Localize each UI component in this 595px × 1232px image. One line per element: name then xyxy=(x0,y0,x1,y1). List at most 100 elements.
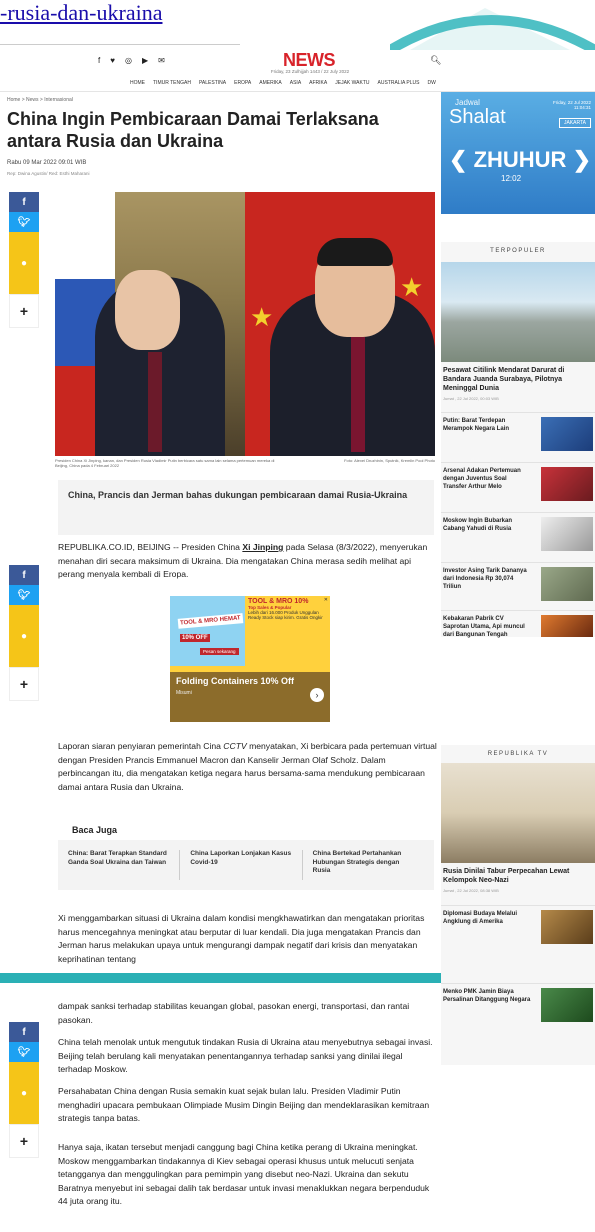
article-subhead: China, Prancis dan Jerman bahas dukungan… xyxy=(58,480,434,535)
ad-close-icon[interactable]: ✕ xyxy=(324,597,328,603)
nav-australia-plus[interactable]: AUSTRALIA PLUS xyxy=(378,80,420,86)
ad-right-panel: TOOL & MRO 10% Top Sales & Popular Lebih… xyxy=(248,598,328,663)
prayer-time: 12:02 xyxy=(501,174,522,183)
chevron-left-icon[interactable]: ❮ xyxy=(449,147,467,172)
top-rule xyxy=(0,44,240,45)
popular-item[interactable]: Investor Asing Tarik Dananya dari Indone… xyxy=(441,562,595,608)
nav-amerika[interactable]: AMERIKA xyxy=(259,80,282,86)
republika-tv-title: REPUBLIKA TV xyxy=(487,751,549,757)
breadcrumb[interactable]: Home > News > Internasional xyxy=(7,97,73,103)
nav-jejak-waktu[interactable]: JEJAK WAKTU xyxy=(335,80,369,86)
tv-featured-date: Jumat , 22 Jul 2022, 08:38 WIB xyxy=(443,888,499,893)
caption-credit: Foto: Alexei Druzhinin, Sputnik, Kremlin… xyxy=(344,458,435,463)
advertisement[interactable]: TOOL & MRO HEMAT 10% OFF Pesan sekarang … xyxy=(170,596,330,722)
share-more-button[interactable]: + xyxy=(9,1124,39,1158)
tv-featured-title[interactable]: Rusia Dinilai Tabur Perpecahan Lewat Kel… xyxy=(441,867,595,885)
hair-right xyxy=(317,238,393,266)
baca-juga-item[interactable]: China Bertekad Pertahankan Hubungan Stra… xyxy=(313,850,424,880)
chevron-right-icon[interactable]: › xyxy=(310,688,324,702)
main-nav: HOME TIMUR TENGAH PALESTINA EROPA AMERIK… xyxy=(130,80,436,86)
article-reporter: Rep: Dwina Agustin/ Red: Esthi Maharani xyxy=(7,171,90,176)
baca-juga-item[interactable]: China Laporkan Lonjakan Kasus Covid-19 xyxy=(190,850,303,880)
popular-item[interactable]: Kebakaran Pabrik CV Saprotan Utama, Api … xyxy=(441,610,595,640)
popular-item[interactable]: Putin: Barat Terdepan Merampok Negara La… xyxy=(441,412,595,458)
tv-item[interactable]: Diplomasi Budaya Melalui Angklung di Ame… xyxy=(441,905,595,951)
terpopuler-title: TERPOPULER xyxy=(490,248,546,254)
share-facebook-button[interactable]: f xyxy=(9,565,39,585)
popular-thumb xyxy=(541,467,593,501)
prayer-name: ❮ ZHUHUR ❯ xyxy=(449,147,592,172)
tv-featured-image[interactable] xyxy=(441,763,595,863)
xi-jinping-link[interactable]: Xi Jinping xyxy=(242,542,283,552)
paragraph-7: Hanya saja, ikatan tersebut menjadi cang… xyxy=(58,1142,430,1206)
ad-bottom-panel: Folding Containers 10% Off Misumi › xyxy=(170,672,330,722)
nav-timur-tengah[interactable]: TIMUR TENGAH xyxy=(153,80,191,86)
share-whatsapp-button[interactable]: ● xyxy=(9,1062,39,1124)
baca-juga-list: China: Barat Terapkan Standard Ganda Soa… xyxy=(58,840,434,890)
instagram-icon[interactable]: ◎ xyxy=(125,56,132,65)
share-twitter-button[interactable]: 🐦︎ xyxy=(9,212,39,232)
popular-thumb xyxy=(541,615,593,637)
paragraph-6: Persahabatan China dengan Rusia semakin … xyxy=(58,1086,430,1123)
paragraph-3: Xi menggambarkan situasi di Ukraina dala… xyxy=(58,913,425,964)
search-icon[interactable]: 🔍︎ xyxy=(430,55,441,66)
share-twitter-button[interactable]: 🐦︎ xyxy=(9,585,39,605)
face-left xyxy=(115,270,180,350)
nav-asia[interactable]: ASIA xyxy=(290,80,301,86)
share-bar: f 🐦︎ ● + xyxy=(9,192,39,328)
popular-thumb xyxy=(541,567,593,601)
tv-thumb xyxy=(541,910,593,944)
share-whatsapp-button[interactable]: ● xyxy=(9,232,39,294)
popular-item[interactable]: Arsenal Adakan Pertemuan dengan Juventus… xyxy=(441,462,595,508)
twitter-icon[interactable]: ♥ xyxy=(110,56,115,65)
article-title: China Ingin Pembicaraan Damai Terlaksana… xyxy=(7,109,379,151)
tie-left xyxy=(148,352,162,452)
popular-thumb xyxy=(541,517,593,551)
ad-right-title: TOOL & MRO 10% xyxy=(248,598,309,605)
youtube-icon[interactable]: ▶ xyxy=(142,56,148,65)
paragraph-2: Laporan siaran penyiaran pemerintah Cina… xyxy=(58,741,437,792)
site-header: f ♥ ◎ ▶ ✉ NEWS Friday, 23 Zulhijjah 1443… xyxy=(0,50,595,92)
photo-caption: Presiden China Xi Jinping, kanan, dan Pr… xyxy=(55,458,435,468)
tie-right xyxy=(351,337,365,452)
popular-item[interactable]: Moskow Ingin Bubarkan Cabang Yahudi di R… xyxy=(441,512,595,558)
nav-eropa[interactable]: EROPA xyxy=(234,80,251,86)
site-logo[interactable]: NEWS xyxy=(283,50,336,71)
share-bar-3: f 🐦︎ ● + xyxy=(9,1022,39,1158)
share-more-button[interactable]: + xyxy=(9,294,39,328)
featured-image[interactable] xyxy=(441,262,595,362)
caption-text: Presiden China Xi Jinping, kanan, dan Pr… xyxy=(55,458,275,468)
share-whatsapp-button[interactable]: ● xyxy=(9,605,39,667)
share-facebook-button[interactable]: f xyxy=(9,192,39,212)
baca-juga-item[interactable]: China: Barat Terapkan Standard Ganda Soa… xyxy=(68,850,181,880)
ad-bottom-title: Folding Containers 10% Off xyxy=(176,676,295,686)
featured-title[interactable]: Pesawat Citilink Mendarat Darurat di Ban… xyxy=(441,366,595,393)
mail-icon[interactable]: ✉ xyxy=(158,56,165,65)
paragraph-5: China telah menolak untuk mengutuk tinda… xyxy=(58,1037,433,1074)
terpopuler-box: TERPOPULER Pesawat Citilink Mendarat Dar… xyxy=(441,242,595,640)
featured-date: Jumat , 22 Jul 2022, 00:03 WIB xyxy=(443,396,499,401)
jadwal-date: Friday, 22 Jul 2022 11:04:31 xyxy=(553,100,591,110)
ad-right-line: Lebih dari 16.000 Produk Unggulan Ready … xyxy=(248,610,323,620)
nav-afrika[interactable]: AFRIKA xyxy=(309,80,327,86)
ad-pesan-label: Pesan sekarang xyxy=(200,648,239,655)
ad-off-label: 10% OFF xyxy=(180,634,210,642)
share-more-button[interactable]: + xyxy=(9,667,39,701)
baca-juga-title: Baca Juga xyxy=(72,825,118,835)
chevron-right-icon[interactable]: ❯ xyxy=(573,147,591,172)
facebook-icon[interactable]: f xyxy=(98,56,100,65)
share-twitter-button[interactable]: 🐦︎ xyxy=(9,1042,39,1062)
tv-item[interactable]: Menko PMK Jamin Biaya Persalinan Ditangg… xyxy=(441,983,595,1029)
flag-star: ★ xyxy=(250,302,274,332)
top-url-link[interactable]: -rusia-dan-ukraina xyxy=(0,0,162,26)
city-select[interactable]: JAKARTA xyxy=(558,118,591,128)
nav-dw[interactable]: DW xyxy=(427,80,435,86)
article-photo: ★ ★ ★ xyxy=(55,192,435,456)
share-facebook-button[interactable]: f xyxy=(9,1022,39,1042)
social-links: f ♥ ◎ ▶ ✉ xyxy=(98,56,165,65)
article-date: Rabu 09 Mar 2022 09:01 WIB xyxy=(7,160,87,166)
nav-home[interactable]: HOME xyxy=(130,80,145,86)
ad-bottom-brand: Misumi xyxy=(176,690,192,696)
ad-left-panel xyxy=(170,596,245,666)
nav-palestina[interactable]: PALESTINA xyxy=(199,80,226,86)
